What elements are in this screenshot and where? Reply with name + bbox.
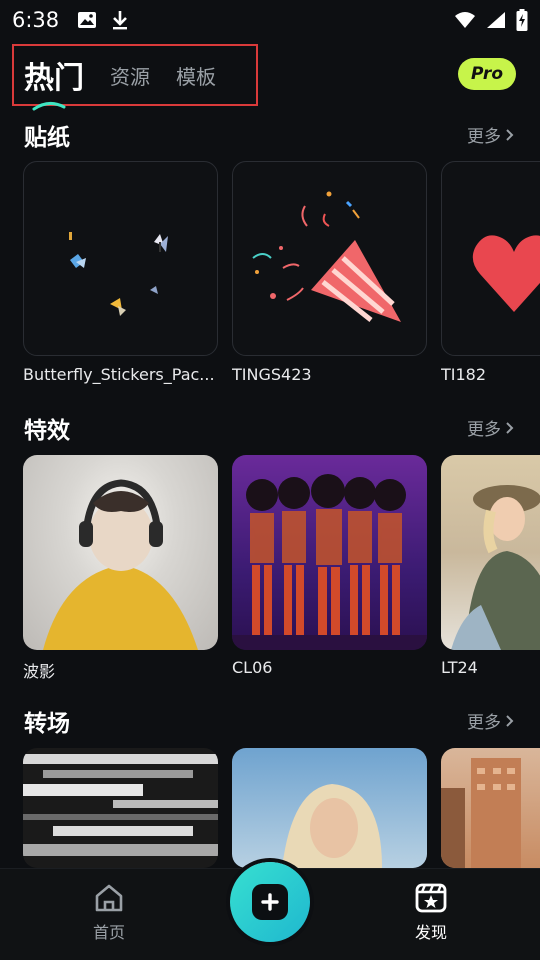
card-label: CL06 (232, 658, 273, 677)
more-link[interactable]: 更多 (467, 415, 514, 440)
chevron-right-icon (506, 421, 514, 434)
sticker-card-butterfly[interactable] (23, 161, 218, 356)
transition-preview-image (282, 784, 382, 868)
category-tabs: 热门 资源 模板 (12, 44, 258, 111)
more-link[interactable]: 更多 (467, 708, 514, 733)
effect-preview-image (232, 474, 427, 650)
status-bar: 6:38 (0, 0, 540, 40)
nav-home[interactable]: 首页 (64, 883, 154, 943)
tab-hot-label: 热门 (24, 61, 84, 96)
effect-card-boying[interactable] (23, 455, 218, 650)
section-header-transitions: 转场 更多 (0, 704, 540, 744)
nav-discover-label: 发现 (414, 923, 447, 942)
tab-resources[interactable]: 资源 (110, 61, 150, 90)
nav-home-label: 首页 (92, 923, 125, 942)
nav-discover[interactable]: 发现 (386, 883, 476, 943)
section-title: 转场 (24, 711, 70, 737)
more-label: 更多 (467, 420, 501, 440)
transition-preview-image (441, 758, 521, 868)
effect-card-lt24[interactable] (441, 455, 540, 650)
card-label: TI182 (441, 365, 487, 384)
more-label: 更多 (467, 713, 501, 733)
card-label: Butterfly_Stickers_Pac... (23, 365, 215, 384)
section-header-stickers: 贴纸 更多 (0, 118, 540, 158)
party-hat-sticker-preview (252, 191, 401, 322)
more-link[interactable]: 更多 (467, 122, 514, 147)
plus-icon (252, 884, 288, 920)
transition-card-portrait[interactable] (232, 748, 427, 868)
card-label: TINGS423 (232, 365, 312, 384)
image-notification-icon (78, 12, 97, 28)
transition-card-city[interactable] (441, 748, 540, 868)
heart-sticker-preview (472, 235, 540, 312)
effect-card-cl06[interactable] (232, 455, 427, 650)
chevron-right-icon (506, 714, 514, 727)
card-label: LT24 (441, 658, 478, 677)
tab-hot[interactable]: 热门 (24, 53, 84, 111)
pro-button[interactable]: Pro (458, 58, 516, 90)
discover-icon (415, 883, 447, 913)
home-icon (95, 884, 123, 912)
download-icon (113, 11, 128, 30)
section-header-effects: 特效 更多 (0, 411, 540, 451)
butterfly-stickers-preview (69, 232, 168, 316)
status-time: 6:38 (12, 8, 60, 32)
tab-templates[interactable]: 模板 (176, 61, 216, 90)
sticker-card-tings423[interactable] (232, 161, 427, 356)
section-title: 特效 (24, 418, 70, 444)
section-title: 贴纸 (24, 125, 70, 151)
sticker-card-ti182[interactable] (441, 161, 540, 356)
card-label: 波影 (23, 662, 56, 681)
wifi-icon (455, 12, 475, 28)
transition-card-glitch[interactable] (23, 748, 218, 868)
create-button[interactable] (230, 862, 310, 942)
more-label: 更多 (467, 127, 501, 147)
battery-charging-icon (516, 9, 528, 31)
effect-preview-image (451, 485, 540, 650)
effect-preview-image (43, 479, 198, 650)
transition-preview-image (23, 754, 218, 856)
signal-icon (487, 12, 505, 28)
chevron-right-icon (506, 128, 514, 141)
active-tab-indicator (32, 102, 66, 111)
